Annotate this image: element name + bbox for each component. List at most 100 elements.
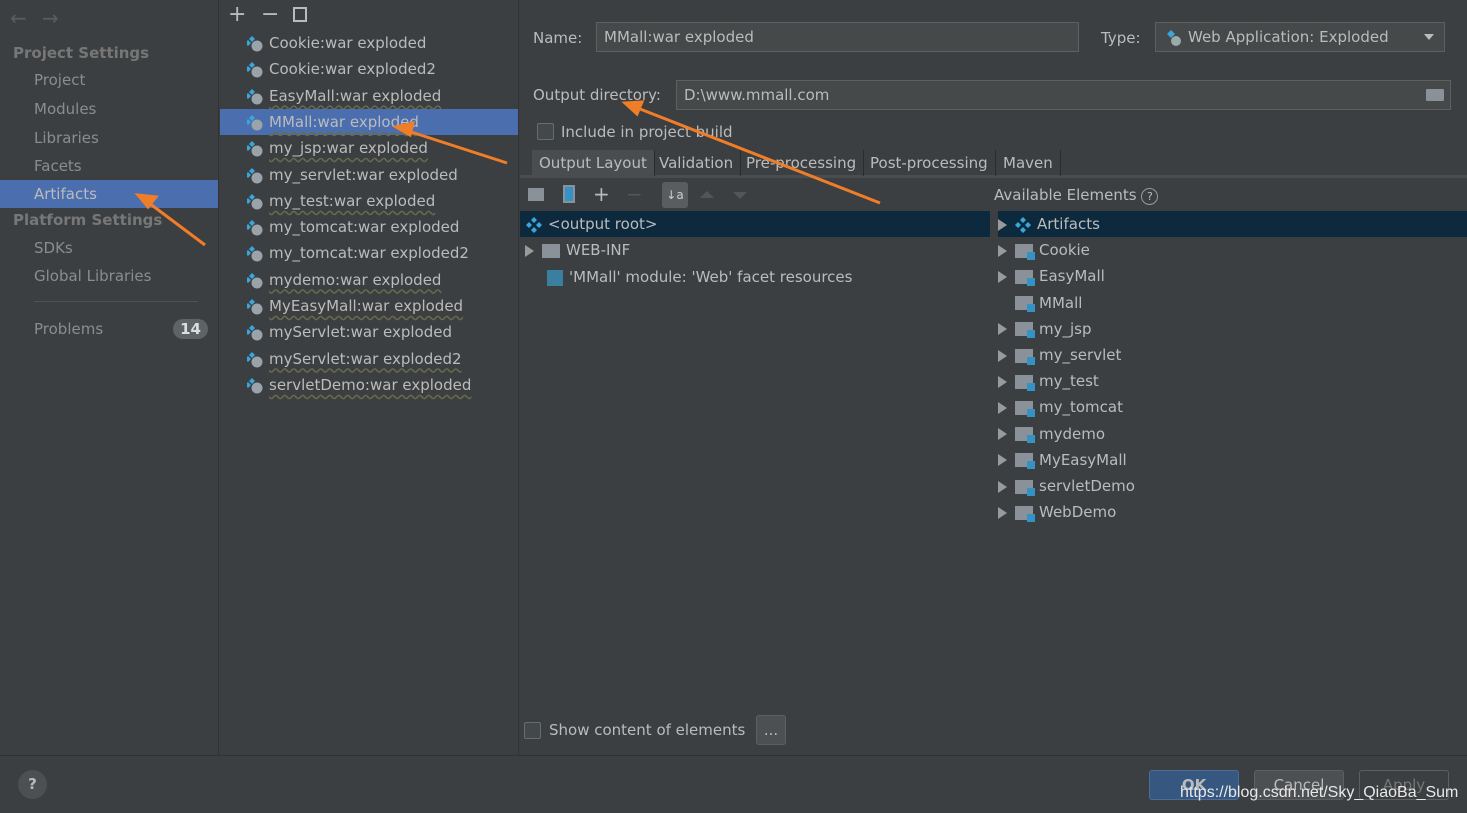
- artifact-list-item[interactable]: my_tomcat:war exploded2: [220, 240, 518, 266]
- forward-icon[interactable]: →: [42, 6, 59, 30]
- expand-icon[interactable]: [998, 270, 1007, 283]
- create-archive-icon[interactable]: [563, 185, 575, 203]
- new-directory-icon[interactable]: [528, 188, 544, 201]
- tab-maven[interactable]: Maven: [996, 150, 1061, 176]
- remove-element-icon[interactable]: −: [626, 182, 643, 206]
- expand-icon[interactable]: [998, 218, 1007, 231]
- type-select[interactable]: Web Application: Exploded: [1155, 22, 1445, 52]
- project-settings-heading: Project Settings: [13, 44, 150, 62]
- web-artifact-icon: [247, 141, 263, 157]
- web-artifact-icon: [247, 193, 263, 210]
- available-element[interactable]: MyEasyMall: [998, 447, 1127, 473]
- available-element[interactable]: my_servlet: [998, 342, 1121, 368]
- expand-icon[interactable]: [998, 323, 1007, 336]
- include-in-build-label: Include in project build: [561, 123, 733, 141]
- available-element-label: MyEasyMall: [1039, 450, 1127, 469]
- sidebar-item-facets[interactable]: Facets: [0, 152, 218, 180]
- help-icon[interactable]: ?: [1141, 188, 1159, 205]
- move-down-icon[interactable]: [733, 192, 747, 199]
- available-element[interactable]: Artifacts: [998, 211, 1467, 237]
- back-icon[interactable]: ←: [10, 6, 27, 30]
- expand-icon[interactable]: [998, 454, 1007, 467]
- show-content-checkbox[interactable]: [524, 722, 541, 739]
- artifact-name: myServlet:war exploded2: [269, 349, 462, 368]
- web-artifact-icon: [247, 88, 263, 105]
- artifact-list-item[interactable]: Cookie:war exploded2: [220, 56, 518, 82]
- add-icon[interactable]: +: [228, 2, 246, 27]
- web-artifact-icon: [247, 325, 263, 341]
- available-element[interactable]: MMall: [998, 290, 1082, 316]
- tab-validation[interactable]: Validation: [652, 150, 742, 176]
- divider: [34, 301, 198, 302]
- sidebar-item-artifacts[interactable]: Artifacts: [0, 180, 218, 208]
- sidebar-item-modules[interactable]: Modules: [0, 95, 218, 123]
- expand-icon[interactable]: [998, 506, 1007, 519]
- add-copy-icon[interactable]: +: [593, 182, 610, 206]
- artifact-list-item[interactable]: EasyMall:war exploded: [220, 83, 518, 109]
- available-element[interactable]: mydemo: [998, 421, 1105, 447]
- tree-row-web-inf[interactable]: WEB-INF: [525, 237, 630, 263]
- artifact-list-item[interactable]: my_jsp:war exploded: [220, 135, 518, 161]
- expand-icon[interactable]: [998, 401, 1007, 414]
- expand-icon[interactable]: [998, 349, 1007, 362]
- available-element[interactable]: servletDemo: [998, 473, 1135, 499]
- artifact-name: my_test:war exploded: [269, 191, 436, 210]
- expand-icon[interactable]: [998, 244, 1007, 257]
- web-artifact-icon: [1167, 30, 1181, 46]
- artifact-list-item[interactable]: servletDemo:war exploded: [220, 372, 518, 398]
- web-facet-icon: [547, 269, 563, 286]
- expand-icon[interactable]: [998, 375, 1007, 388]
- name-input[interactable]: MMall:war exploded: [596, 22, 1079, 52]
- expand-icon[interactable]: [998, 480, 1007, 493]
- copy-icon[interactable]: [293, 7, 307, 22]
- artifact-list-item[interactable]: my_tomcat:war exploded: [220, 214, 518, 240]
- help-button[interactable]: ?: [18, 770, 47, 799]
- tab-output-layout[interactable]: Output Layout: [532, 150, 655, 176]
- output-directory-input[interactable]: D:\www.mmall.com: [676, 80, 1451, 110]
- problems-count-badge: 14: [173, 319, 208, 339]
- tab-post-processing[interactable]: Post-processing: [863, 150, 996, 176]
- artifact-list-item[interactable]: myServlet:war exploded: [220, 319, 518, 345]
- move-up-icon[interactable]: [700, 191, 714, 198]
- web-artifact-icon: [247, 246, 263, 262]
- artifact-list-item[interactable]: myServlet:war exploded2: [220, 346, 518, 372]
- artifact-list-item[interactable]: my_servlet:war exploded: [220, 162, 518, 188]
- sidebar-item-project[interactable]: Project: [0, 66, 218, 94]
- sidebar-item-problems[interactable]: Problems 14: [0, 315, 218, 343]
- tree-row-module-resources[interactable]: 'MMall' module: 'Web' facet resources: [547, 264, 852, 290]
- folder-icon: [542, 243, 560, 258]
- available-element[interactable]: my_jsp: [998, 316, 1092, 342]
- sidebar-item-libraries[interactable]: Libraries: [0, 124, 218, 152]
- remove-icon[interactable]: −: [261, 2, 279, 27]
- name-label: Name:: [533, 29, 583, 47]
- tree-row-output-root[interactable]: <output root>: [520, 211, 990, 237]
- tab-pre-processing[interactable]: Pre-processing: [739, 150, 865, 176]
- artifact-list-item[interactable]: MyEasyMall:war exploded: [220, 293, 518, 319]
- artifact-list-item[interactable]: my_test:war exploded: [220, 188, 518, 214]
- available-element[interactable]: my_tomcat: [998, 394, 1123, 420]
- browse-folder-icon[interactable]: [1426, 89, 1444, 101]
- show-content-options-button[interactable]: ...: [756, 715, 786, 745]
- artifact-name: myServlet:war exploded: [269, 323, 452, 342]
- expand-icon[interactable]: [998, 428, 1007, 441]
- web-artifact-icon: [247, 36, 263, 52]
- include-in-build-checkbox[interactable]: [537, 123, 554, 140]
- expand-icon[interactable]: [525, 244, 534, 257]
- artifact-list-item[interactable]: mydemo:war exploded: [220, 267, 518, 293]
- artifact-name: my_tomcat:war exploded2: [269, 244, 469, 263]
- available-element[interactable]: EasyMall: [998, 263, 1105, 289]
- web-artifact-icon: [247, 114, 263, 131]
- output-root-label: <output root>: [548, 215, 658, 233]
- available-element[interactable]: Cookie: [998, 237, 1090, 263]
- web-artifact-icon: [247, 62, 263, 78]
- artifact-list-item[interactable]: MMall:war exploded: [220, 108, 518, 135]
- splitter: [990, 211, 993, 237]
- available-element[interactable]: WebDemo: [998, 499, 1116, 525]
- available-element-label: my_test: [1039, 372, 1099, 391]
- available-element[interactable]: my_test: [998, 368, 1099, 394]
- sidebar-item-sdks[interactable]: SDKs: [0, 234, 218, 262]
- artifact-list-item[interactable]: Cookie:war exploded: [220, 30, 518, 56]
- sort-icon[interactable]: ↓a: [662, 182, 688, 208]
- show-content-label: Show content of elements: [549, 721, 746, 739]
- sidebar-item-global-libraries[interactable]: Global Libraries: [0, 262, 218, 290]
